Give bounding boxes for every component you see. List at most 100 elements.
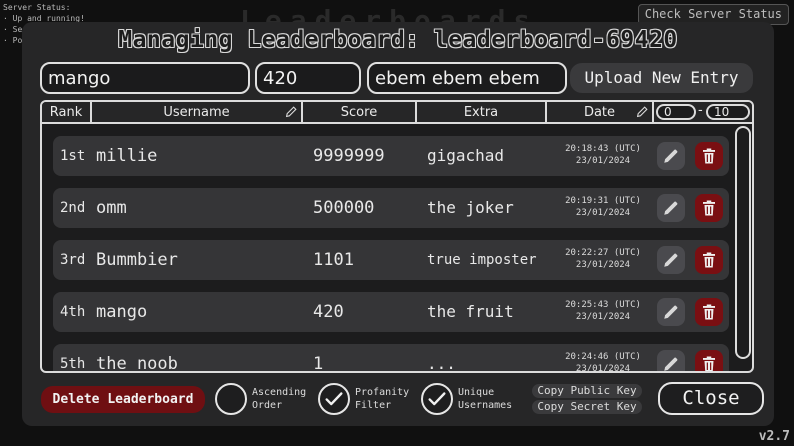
range-from-input[interactable]: 0 bbox=[656, 104, 696, 120]
unique-usernames-label-line: Usernames bbox=[458, 400, 513, 411]
leaderboard-table: Rank Username Score Extra Date 0 - 10 1s… bbox=[40, 100, 754, 373]
pencil-icon bbox=[664, 305, 678, 319]
trash-icon bbox=[703, 304, 715, 320]
row-date-value: 23/01/2024 bbox=[575, 364, 631, 373]
delete-entry-button[interactable] bbox=[695, 142, 723, 170]
row-date-value: 23/01/2024 bbox=[575, 260, 631, 270]
row-rank: 4th bbox=[60, 304, 86, 320]
row-extra: ... bbox=[427, 354, 456, 373]
row-date: 20:18:43 (UTC) 23/01/2024 bbox=[551, 143, 655, 169]
modal-title: Managing Leaderboard: leaderboard-69420 bbox=[118, 27, 678, 53]
delete-entry-button[interactable] bbox=[695, 298, 723, 326]
edit-entry-button[interactable] bbox=[657, 246, 685, 274]
version-label: v2.7 bbox=[758, 429, 790, 444]
row-score: 1 bbox=[313, 354, 324, 373]
edit-entry-button[interactable] bbox=[657, 194, 685, 222]
profanity-filter-label-line: Filter bbox=[355, 400, 392, 411]
table-scrollbar[interactable] bbox=[735, 126, 751, 359]
row-date-value: 23/01/2024 bbox=[575, 156, 631, 166]
ascending-order-checkbox[interactable] bbox=[215, 383, 247, 415]
pencil-icon[interactable] bbox=[636, 105, 649, 118]
unique-usernames-label-line: Unique bbox=[458, 387, 495, 398]
row-username: Bummbier bbox=[96, 250, 178, 270]
trash-icon bbox=[703, 148, 715, 164]
pencil-icon bbox=[664, 357, 678, 371]
checkmark-icon bbox=[428, 392, 446, 406]
row-score: 9999999 bbox=[313, 146, 385, 166]
close-button[interactable]: Close bbox=[658, 382, 764, 415]
column-header-date[interactable]: Date bbox=[547, 102, 654, 122]
row-time: 20:19:31 (UTC) bbox=[565, 196, 641, 206]
delete-entry-button[interactable] bbox=[695, 246, 723, 274]
username-input[interactable] bbox=[40, 62, 250, 94]
pencil-icon bbox=[664, 149, 678, 163]
profanity-filter-label-line: Profanity bbox=[355, 387, 410, 398]
row-time: 20:24:46 (UTC) bbox=[565, 352, 641, 362]
range-to-input[interactable]: 10 bbox=[706, 104, 750, 120]
copy-secret-key-button[interactable]: Copy Secret Key bbox=[532, 400, 642, 414]
row-username: the noob bbox=[96, 354, 178, 373]
score-input[interactable] bbox=[255, 62, 361, 94]
table-row: 5th the noob 1 ... 20:24:46 (UTC) 23/01/… bbox=[53, 344, 729, 373]
column-header-date-label: Date bbox=[583, 105, 616, 120]
table-row: 2nd omm 500000 the joker 20:19:31 (UTC) … bbox=[53, 188, 729, 228]
row-extra: gigachad bbox=[427, 146, 505, 165]
table-row: 3rd Bummbier 1101 true imposter 20:22:27… bbox=[53, 240, 729, 280]
row-rank: 1st bbox=[60, 148, 86, 164]
pencil-icon bbox=[664, 253, 678, 267]
unique-usernames-label: Unique Usernames bbox=[458, 386, 512, 412]
pencil-icon bbox=[664, 201, 678, 215]
delete-leaderboard-button[interactable]: Delete Leaderboard bbox=[41, 386, 205, 413]
upload-new-entry-button[interactable]: Upload New Entry bbox=[570, 63, 753, 93]
row-date: 20:24:46 (UTC) 23/01/2024 bbox=[551, 351, 655, 373]
row-extra: the fruit bbox=[427, 302, 514, 321]
pencil-icon[interactable] bbox=[285, 105, 298, 118]
table-rows: 1st millie 9999999 gigachad 20:18:43 (UT… bbox=[42, 126, 732, 373]
checkmark-icon bbox=[325, 392, 343, 406]
row-time: 20:22:27 (UTC) bbox=[565, 248, 641, 258]
range-separator: - bbox=[698, 103, 703, 118]
row-date-value: 23/01/2024 bbox=[575, 312, 631, 322]
delete-entry-button[interactable] bbox=[695, 194, 723, 222]
row-username: omm bbox=[96, 198, 127, 218]
row-time: 20:18:43 (UTC) bbox=[565, 144, 641, 154]
row-time: 20:25:43 (UTC) bbox=[565, 300, 641, 310]
edit-entry-button[interactable] bbox=[657, 142, 685, 170]
edit-entry-button[interactable] bbox=[657, 298, 685, 326]
table-header: Rank Username Score Extra Date 0 - 10 bbox=[42, 102, 752, 124]
row-score: 1101 bbox=[313, 250, 354, 270]
trash-icon bbox=[703, 356, 715, 371]
delete-entry-button[interactable] bbox=[695, 350, 723, 371]
row-score: 420 bbox=[313, 302, 344, 322]
row-score: 500000 bbox=[313, 198, 375, 218]
unique-usernames-checkbox[interactable] bbox=[421, 383, 453, 415]
copy-public-key-button[interactable]: Copy Public Key bbox=[532, 384, 642, 398]
edit-entry-button[interactable] bbox=[657, 350, 685, 371]
profanity-filter-checkbox[interactable] bbox=[318, 383, 350, 415]
trash-icon bbox=[703, 200, 715, 216]
column-header-username-label: Username bbox=[163, 105, 230, 120]
ascending-order-label-line: Order bbox=[252, 400, 283, 411]
row-rank: 3rd bbox=[60, 252, 86, 268]
ascending-order-label: Ascending Order bbox=[252, 386, 306, 412]
table-row: 1st millie 9999999 gigachad 20:18:43 (UT… bbox=[53, 136, 729, 176]
table-row: 4th mango 420 the fruit 20:25:43 (UTC) 2… bbox=[53, 292, 729, 332]
profanity-filter-label: Profanity Filter bbox=[355, 386, 409, 412]
row-extra: true imposter bbox=[427, 252, 537, 268]
row-date-value: 23/01/2024 bbox=[575, 208, 631, 218]
row-rank: 2nd bbox=[60, 200, 86, 216]
row-username: mango bbox=[96, 302, 148, 322]
row-rank: 5th bbox=[60, 356, 86, 372]
column-header-score[interactable]: Score bbox=[303, 102, 417, 122]
column-header-extra[interactable]: Extra bbox=[417, 102, 547, 122]
trash-icon bbox=[703, 252, 715, 268]
row-username: millie bbox=[96, 146, 158, 166]
row-extra: the joker bbox=[427, 198, 514, 217]
row-date: 20:25:43 (UTC) 23/01/2024 bbox=[551, 299, 655, 325]
row-date: 20:19:31 (UTC) 23/01/2024 bbox=[551, 195, 655, 221]
column-header-username[interactable]: Username bbox=[92, 102, 303, 122]
extra-input[interactable] bbox=[367, 62, 567, 94]
range-selector: 0 - 10 bbox=[654, 102, 752, 122]
ascending-order-label-line: Ascending bbox=[252, 387, 307, 398]
column-header-rank[interactable]: Rank bbox=[42, 102, 92, 122]
